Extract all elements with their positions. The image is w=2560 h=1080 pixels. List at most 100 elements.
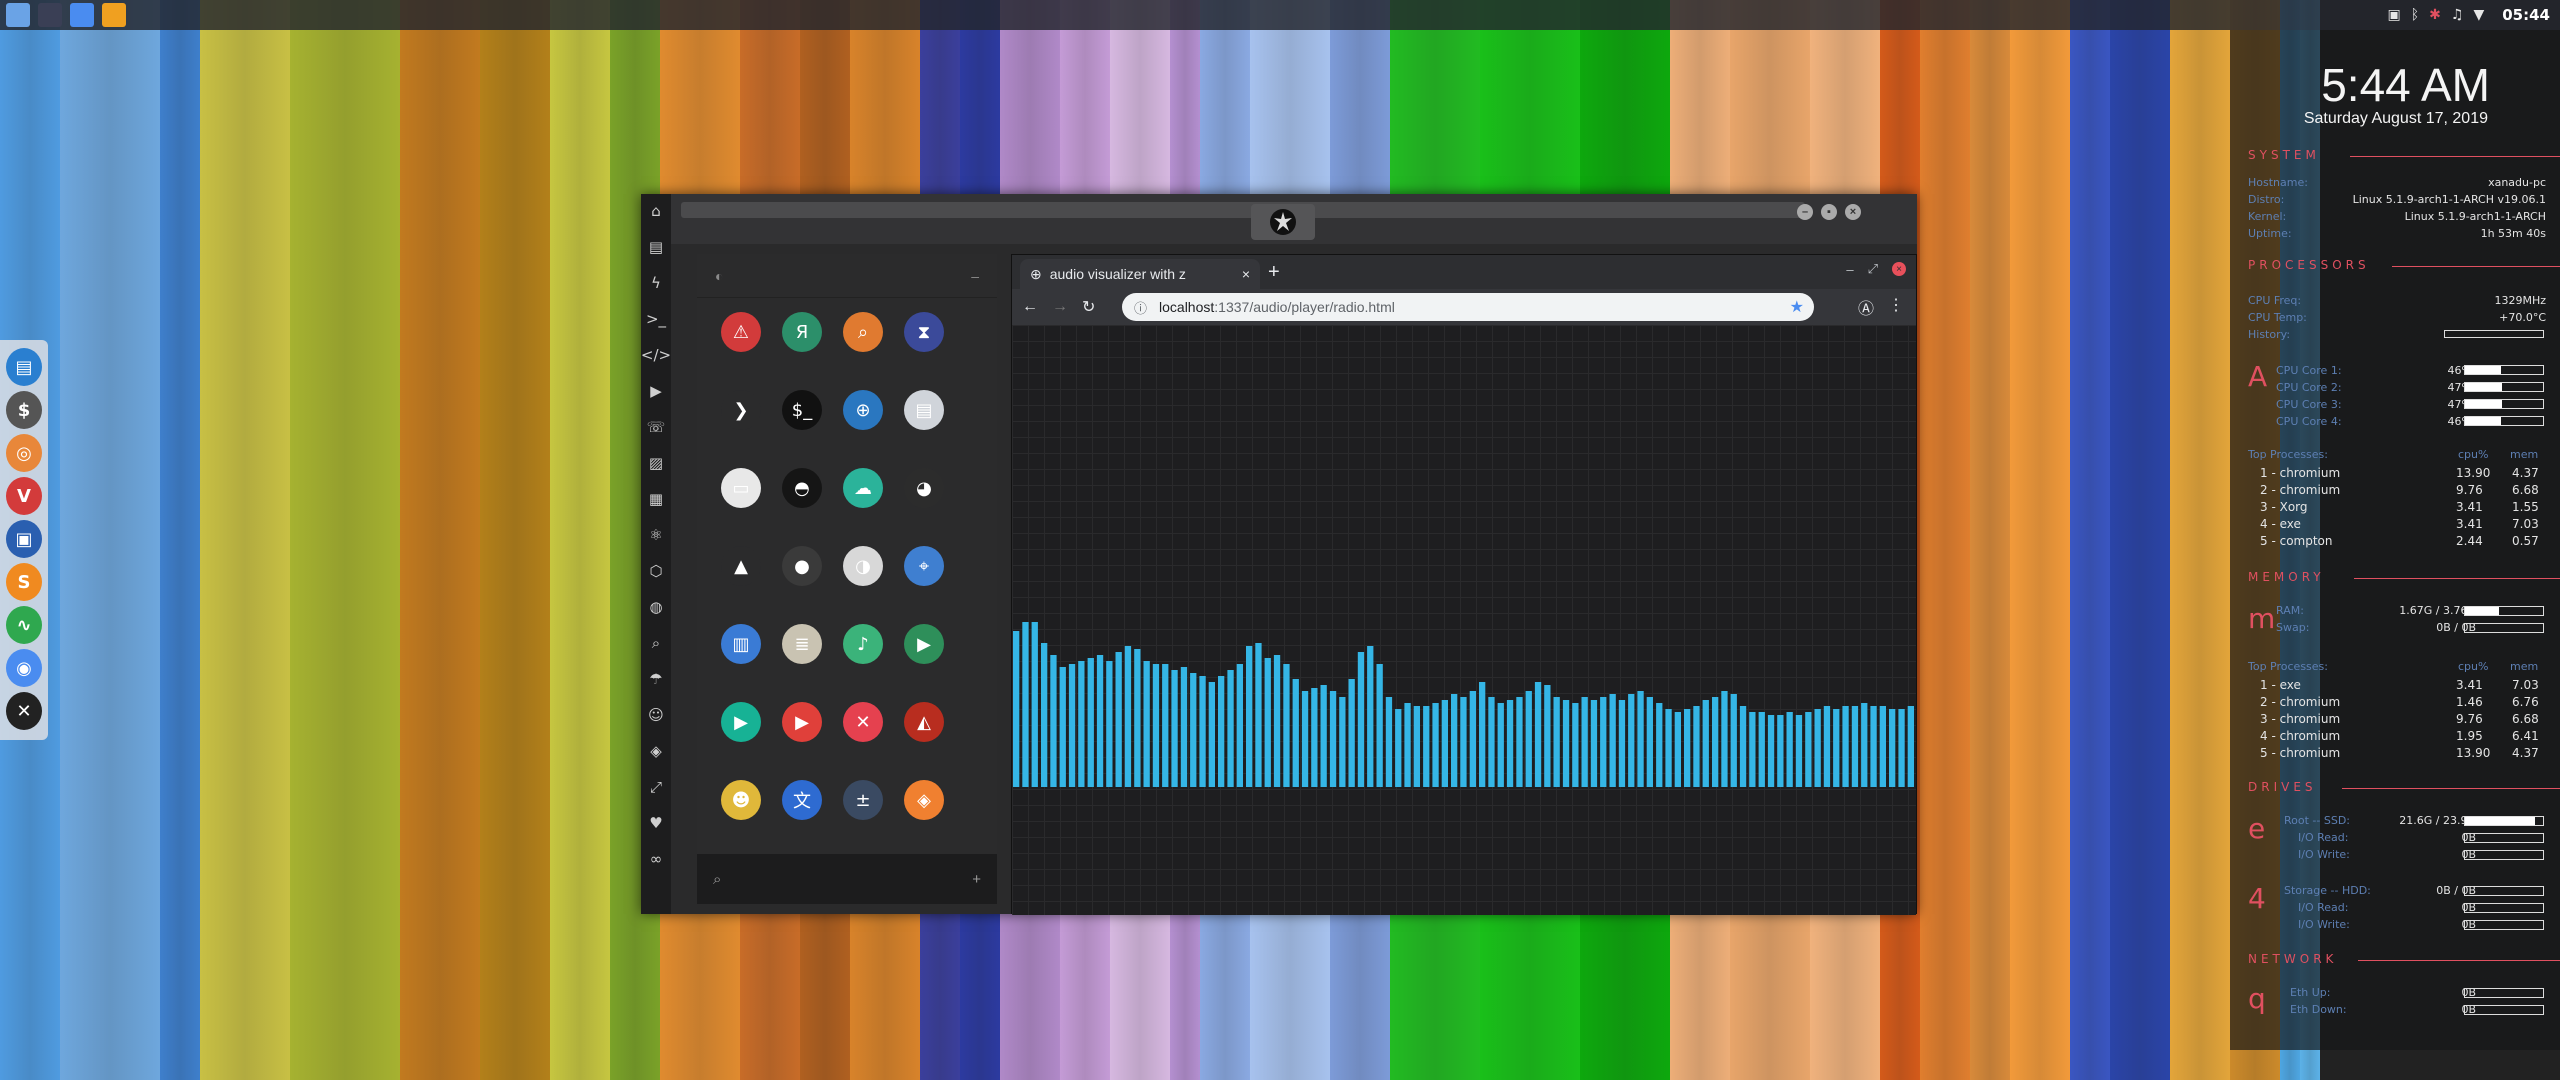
notes-icon[interactable]: ≣ bbox=[782, 624, 822, 664]
ubuntu-icon[interactable]: ◎ bbox=[6, 434, 42, 472]
globe-icon[interactable]: ◍ bbox=[645, 596, 667, 618]
warning-app-icon[interactable]: ⚠ bbox=[721, 312, 761, 352]
process-mem: 7.03 bbox=[2512, 517, 2539, 531]
hourglass-icon[interactable]: ⧗ bbox=[904, 312, 944, 352]
moon-icon[interactable]: ◑ bbox=[843, 546, 883, 586]
expand-icon[interactable]: ⤢ bbox=[645, 776, 667, 798]
sublime-text-icon[interactable]: S bbox=[6, 563, 42, 601]
reload-button[interactable]: ↻ bbox=[1082, 297, 1095, 317]
umbrella-icon[interactable]: ☂ bbox=[645, 668, 667, 690]
visualizer-bar bbox=[1432, 703, 1439, 787]
github-icon[interactable]: ◕ bbox=[904, 468, 944, 508]
tab-close-button[interactable]: × bbox=[1242, 266, 1250, 282]
x-app-icon[interactable]: ✕ bbox=[6, 692, 42, 730]
terminal-icon[interactable]: >_ bbox=[645, 308, 667, 330]
c3po-icon[interactable]: ☻ bbox=[721, 780, 761, 820]
maximize-button[interactable]: ▪ bbox=[1821, 204, 1837, 220]
wifi-icon[interactable]: ▼ bbox=[2473, 7, 2484, 23]
files-icon[interactable]: ▤ bbox=[6, 348, 42, 386]
visualizer-bar bbox=[1068, 664, 1076, 787]
iron-man-icon[interactable]: ◭ bbox=[904, 702, 944, 742]
hexagon-icon[interactable]: ⬡ bbox=[645, 560, 667, 582]
money-icon[interactable]: $ bbox=[6, 391, 42, 429]
heart-icon[interactable]: ♥ bbox=[645, 812, 667, 834]
search-icon[interactable]: ⌕ bbox=[645, 632, 667, 654]
darth-vader-icon[interactable]: ◓ bbox=[782, 468, 822, 508]
browser-window-controls: – ⤢ × bbox=[1846, 261, 1906, 277]
activity-monitor-icon[interactable]: ∿ bbox=[6, 606, 42, 644]
visualizer-bar bbox=[1329, 691, 1337, 787]
info-icon[interactable]: ⓘ bbox=[1134, 298, 1147, 317]
extension-icon[interactable]: Ⓐ bbox=[1858, 295, 1874, 319]
youtube-icon[interactable]: ▶ bbox=[782, 702, 822, 742]
photos-icon[interactable]: ◈ bbox=[904, 780, 944, 820]
chrome-icon[interactable] bbox=[70, 3, 94, 27]
translate-icon[interactable]: 文 bbox=[782, 780, 822, 820]
infinity-icon[interactable]: ∞ bbox=[645, 848, 667, 870]
process-mem: 6.41 bbox=[2512, 729, 2539, 743]
circle-app-icon[interactable] bbox=[38, 3, 62, 27]
visualizer-bar bbox=[1227, 670, 1234, 787]
terminal-app-icon[interactable]: $_ bbox=[782, 390, 822, 430]
document-icon[interactable]: ▤ bbox=[645, 236, 667, 258]
screenshot-icon[interactable]: ▣ bbox=[2388, 7, 2401, 23]
folder-icon[interactable] bbox=[6, 3, 30, 27]
sublime-launcher-icon[interactable]: ❯ bbox=[721, 390, 761, 430]
forward-button[interactable]: → bbox=[1052, 298, 1068, 316]
chromium-icon[interactable]: ◉ bbox=[6, 649, 42, 687]
play-icon[interactable]: ▶ bbox=[645, 380, 667, 402]
visualizer-bar bbox=[1339, 697, 1346, 787]
new-tab-button[interactable]: + bbox=[1268, 261, 1280, 284]
menu-icon[interactable]: ⋮ bbox=[1888, 295, 1904, 319]
magnifier-app-icon[interactable]: ⌕ bbox=[843, 312, 883, 352]
minimize-button[interactable]: – bbox=[1797, 204, 1813, 220]
bluetooth-icon[interactable]: ᛒ bbox=[2411, 7, 2419, 23]
back-button[interactable]: ← bbox=[1022, 298, 1038, 316]
close-button[interactable]: × bbox=[1845, 204, 1861, 220]
visualizer-bar bbox=[1273, 655, 1281, 787]
contrast-icon[interactable]: ◐ bbox=[715, 268, 723, 284]
home-icon[interactable]: ⌂ bbox=[645, 200, 667, 222]
death-star-icon[interactable]: ● bbox=[782, 546, 822, 586]
archive-icon[interactable]: ▥ bbox=[721, 624, 761, 664]
cloud-lock-icon[interactable]: ☁ bbox=[843, 468, 883, 508]
globe-app-icon[interactable]: ⊕ bbox=[843, 390, 883, 430]
play-store-icon[interactable]: ▶ bbox=[721, 702, 761, 742]
drive2-read-label: I/O Read: bbox=[2298, 901, 2349, 914]
cpu-core-bar bbox=[2464, 399, 2544, 409]
browser-maximize-button[interactable]: ⤢ bbox=[1868, 261, 1878, 277]
person-icon[interactable]: ☺ bbox=[645, 704, 667, 726]
browser-close-button[interactable]: × bbox=[1892, 262, 1906, 276]
server-icon[interactable]: ▤ bbox=[904, 390, 944, 430]
browser-minimize-button[interactable]: – bbox=[1846, 262, 1853, 277]
video-icon[interactable]: ▶ bbox=[904, 624, 944, 664]
panel-clock[interactable]: 05:44 bbox=[2502, 6, 2550, 24]
map-icon[interactable]: ⌖ bbox=[904, 546, 944, 586]
screenshot-app-icon[interactable]: ▣ bbox=[6, 520, 42, 558]
minimize-launcher-button[interactable]: – bbox=[971, 268, 979, 284]
browser-tab[interactable]: ⊕ audio visualizer with z × bbox=[1020, 259, 1260, 289]
drive1-write-label: I/O Write: bbox=[2298, 848, 2350, 861]
window-app-icon[interactable]: ▭ bbox=[721, 468, 761, 508]
image-icon[interactable]: ▨ bbox=[645, 452, 667, 474]
volume-icon[interactable]: ♫ bbox=[2451, 7, 2464, 23]
address-bar[interactable]: ⓘ localhost:1337/audio/player/radio.html… bbox=[1122, 293, 1814, 321]
news-icon[interactable]: ▦ bbox=[645, 488, 667, 510]
sublime-icon[interactable] bbox=[102, 3, 126, 27]
calculator-icon[interactable]: ± bbox=[843, 780, 883, 820]
contacts-icon[interactable]: ☏ bbox=[645, 416, 667, 438]
settings-icon[interactable]: ✱ bbox=[2429, 7, 2441, 23]
add-button[interactable]: + bbox=[972, 871, 981, 888]
launcher-search-bar[interactable]: ⌕ + bbox=[697, 854, 997, 904]
diamond-icon[interactable]: ◈ bbox=[645, 740, 667, 762]
vivaldi-icon[interactable]: V bbox=[6, 477, 42, 515]
music-icon[interactable]: ♪ bbox=[843, 624, 883, 664]
yandex-icon[interactable]: Я bbox=[782, 312, 822, 352]
atom-icon[interactable]: ⚛ bbox=[645, 524, 667, 546]
bookmark-star-icon[interactable]: ★ bbox=[1790, 297, 1804, 317]
bolt-icon[interactable]: ϟ bbox=[645, 272, 667, 294]
close-app-icon[interactable]: ✕ bbox=[843, 702, 883, 742]
starfleet-icon[interactable]: ▲ bbox=[721, 546, 761, 586]
window-titlebar[interactable]: – ▪ × bbox=[671, 194, 1917, 244]
code-icon[interactable]: </> bbox=[641, 344, 671, 366]
